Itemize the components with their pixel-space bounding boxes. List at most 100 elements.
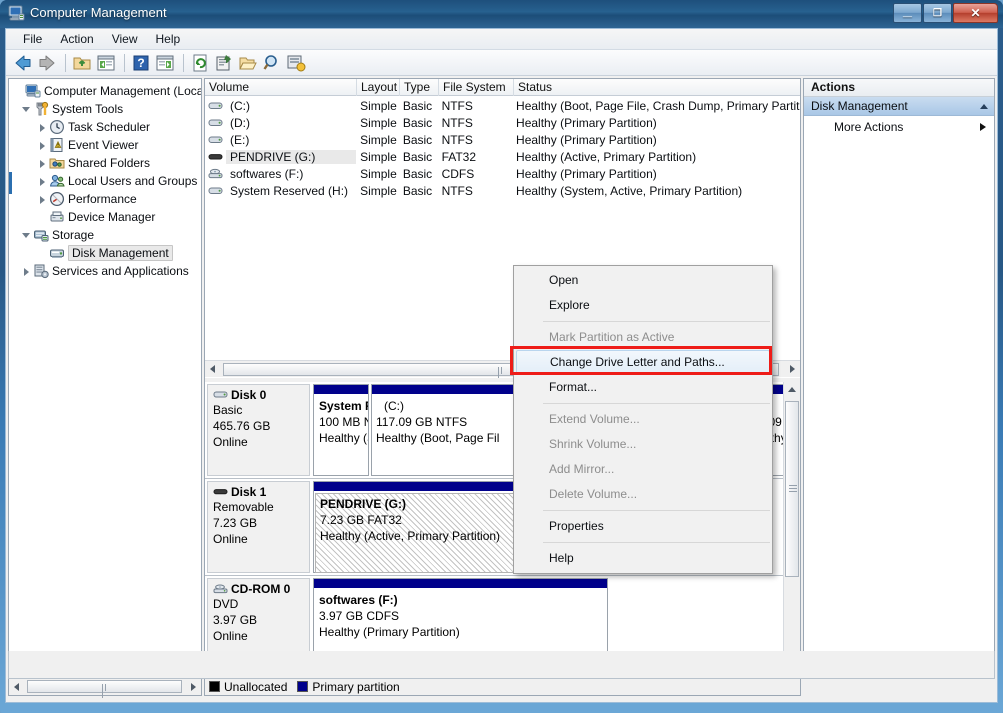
disk-status-label: Online bbox=[213, 434, 309, 450]
column-header-layout[interactable]: Layout bbox=[357, 79, 400, 96]
open-folder-icon[interactable] bbox=[237, 52, 259, 74]
scroll-left-arrow-icon[interactable] bbox=[9, 679, 25, 695]
actions-item-more-actions[interactable]: More Actions bbox=[804, 116, 994, 138]
expander-collapsed[interactable] bbox=[21, 266, 32, 277]
show-hide-action-pane-icon[interactable] bbox=[154, 52, 176, 74]
chevron-up-icon[interactable] bbox=[980, 104, 988, 109]
tree-horizontal-scrollbar[interactable] bbox=[8, 678, 202, 696]
disk-info-panel[interactable]: Disk 0 Basic 465.76 GB Online bbox=[207, 384, 310, 476]
table-row[interactable]: (C:) Simple Basic NTFS Healthy (Boot, Pa… bbox=[205, 97, 800, 114]
partition-title: (C:) bbox=[384, 399, 404, 413]
disk-info-panel[interactable]: Disk 1 Removable 7.23 GB Online bbox=[207, 481, 310, 573]
partition-status: Healthy (Primary Partition) bbox=[319, 625, 460, 639]
table-row[interactable]: PENDRIVE (G:) Simple Basic FAT32 Healthy… bbox=[205, 148, 800, 165]
context-menu-item-delete-volume: Delete Volume... bbox=[514, 482, 772, 507]
scroll-track[interactable] bbox=[25, 679, 185, 694]
menu-help[interactable]: Help bbox=[147, 30, 190, 48]
tree-item-task-scheduler[interactable]: Task Scheduler bbox=[9, 118, 201, 136]
context-menu-item-format[interactable]: Format... bbox=[514, 375, 772, 400]
scroll-thumb[interactable] bbox=[27, 680, 182, 693]
cell-status: Healthy (Primary Partition) bbox=[512, 133, 800, 147]
partition-block[interactable]: System Reserved 100 MB NTFS Healthy (Sys… bbox=[313, 384, 369, 476]
find-icon[interactable] bbox=[261, 52, 283, 74]
tools-icon bbox=[33, 101, 49, 117]
menu-action[interactable]: Action bbox=[51, 30, 102, 48]
cell-volume: (D:) bbox=[226, 116, 356, 130]
title-bar[interactable]: Computer Management _ ❐ ✕ bbox=[0, 0, 1003, 28]
maximize-button[interactable]: ❐ bbox=[923, 3, 952, 23]
up-folder-icon[interactable] bbox=[71, 52, 93, 74]
graphical-view-vertical-scrollbar[interactable] bbox=[783, 382, 800, 695]
tree-item-computer-management[interactable]: Computer Management (Local) bbox=[9, 82, 201, 100]
close-icon: ✕ bbox=[954, 4, 997, 22]
rescan-disks-icon[interactable] bbox=[285, 52, 307, 74]
back-arrow-icon[interactable] bbox=[12, 52, 34, 74]
tree-item-event-viewer[interactable]: Event Viewer bbox=[9, 136, 201, 154]
legend-swatch-unallocated bbox=[209, 681, 220, 692]
column-header-status[interactable]: Status bbox=[514, 79, 800, 96]
cell-volume: System Reserved (H:) bbox=[226, 184, 356, 198]
scroll-left-arrow-icon[interactable] bbox=[205, 361, 221, 377]
expander-collapsed[interactable] bbox=[37, 176, 48, 187]
menu-file[interactable]: File bbox=[14, 30, 51, 48]
context-menu-item-help[interactable]: Help bbox=[514, 546, 772, 571]
context-menu-item-change-drive-letter-and-paths[interactable]: Change Drive Letter and Paths... bbox=[516, 350, 770, 375]
cell-status: Healthy (Boot, Page File, Crash Dump, Pr… bbox=[512, 99, 800, 113]
tree-item-services-and-applications[interactable]: Services and Applications bbox=[9, 262, 201, 280]
partition-status: Healthy (System, bbox=[319, 431, 368, 445]
column-header-type[interactable]: Type bbox=[400, 79, 439, 96]
shared-folders-icon bbox=[49, 155, 65, 171]
hard-disk-icon bbox=[208, 117, 224, 129]
panels-container: Computer Management (Local) System Tools bbox=[8, 78, 995, 700]
tree-item-storage[interactable]: Storage bbox=[9, 226, 201, 244]
table-row[interactable]: System Reserved (H:) Simple Basic NTFS H… bbox=[205, 182, 800, 199]
show-hide-console-tree-icon[interactable] bbox=[95, 52, 117, 74]
expander-collapsed[interactable] bbox=[37, 158, 48, 169]
tree-item-local-users-and-groups[interactable]: Local Users and Groups bbox=[9, 172, 201, 190]
actions-group-disk-management[interactable]: Disk Management bbox=[804, 97, 994, 116]
menu-view[interactable]: View bbox=[103, 30, 147, 48]
context-menu-separator bbox=[516, 542, 770, 543]
hard-disk-icon bbox=[208, 134, 224, 146]
help-icon[interactable]: ? bbox=[130, 52, 152, 74]
expander-expanded[interactable] bbox=[21, 230, 32, 241]
cell-layout: Simple bbox=[356, 99, 399, 113]
forward-arrow-icon[interactable] bbox=[36, 52, 58, 74]
table-row[interactable]: (E:) Simple Basic NTFS Healthy (Primary … bbox=[205, 131, 800, 148]
expander-collapsed[interactable] bbox=[37, 122, 48, 133]
partition-size: 100 MB NTFS bbox=[319, 415, 368, 429]
client-area: File Action View Help bbox=[5, 28, 998, 703]
table-row[interactable]: (D:) Simple Basic NTFS Healthy (Primary … bbox=[205, 114, 800, 131]
context-menu-item-properties[interactable]: Properties bbox=[514, 514, 772, 539]
chevron-right-icon[interactable] bbox=[980, 123, 986, 131]
tree-item-performance[interactable]: Performance bbox=[9, 190, 201, 208]
legend-label-unallocated: Unallocated bbox=[224, 680, 287, 694]
scroll-right-arrow-icon[interactable] bbox=[784, 361, 800, 377]
volume-list-rows: (C:) Simple Basic NTFS Healthy (Boot, Pa… bbox=[205, 97, 800, 199]
tree-item-label: Task Scheduler bbox=[68, 120, 154, 134]
scroll-up-arrow-icon[interactable] bbox=[784, 382, 800, 398]
context-menu-item-open[interactable]: Open bbox=[514, 268, 772, 293]
tree-item-device-manager[interactable]: Device Manager bbox=[9, 208, 201, 226]
scroll-right-arrow-icon[interactable] bbox=[185, 679, 201, 695]
refresh-icon[interactable] bbox=[189, 52, 211, 74]
partition-text: System Reserved 100 MB NTFS Healthy (Sys… bbox=[314, 395, 368, 446]
context-menu-separator bbox=[516, 321, 770, 322]
close-button[interactable]: ✕ bbox=[953, 3, 998, 23]
tree-item-shared-folders[interactable]: Shared Folders bbox=[9, 154, 201, 172]
column-header-file-system[interactable]: File System bbox=[439, 79, 514, 96]
expander-expanded[interactable] bbox=[21, 104, 32, 115]
tree-item-disk-management[interactable]: Disk Management bbox=[9, 244, 201, 262]
scroll-thumb[interactable] bbox=[785, 401, 799, 577]
context-menu-item-explore[interactable]: Explore bbox=[514, 293, 772, 318]
tree-item-label: Performance bbox=[68, 192, 141, 206]
tree-item-system-tools[interactable]: System Tools bbox=[9, 100, 201, 118]
minimize-button[interactable]: _ bbox=[893, 3, 922, 23]
expander-collapsed[interactable] bbox=[37, 140, 48, 151]
expander-collapsed[interactable] bbox=[37, 194, 48, 205]
tree-item-label: Disk Management bbox=[68, 245, 173, 261]
properties-icon[interactable] bbox=[213, 52, 235, 74]
cell-volume: PENDRIVE (G:) bbox=[226, 150, 356, 164]
table-row[interactable]: softwares (F:) Simple Basic CDFS Healthy… bbox=[205, 165, 800, 182]
column-header-volume[interactable]: Volume bbox=[205, 79, 357, 96]
